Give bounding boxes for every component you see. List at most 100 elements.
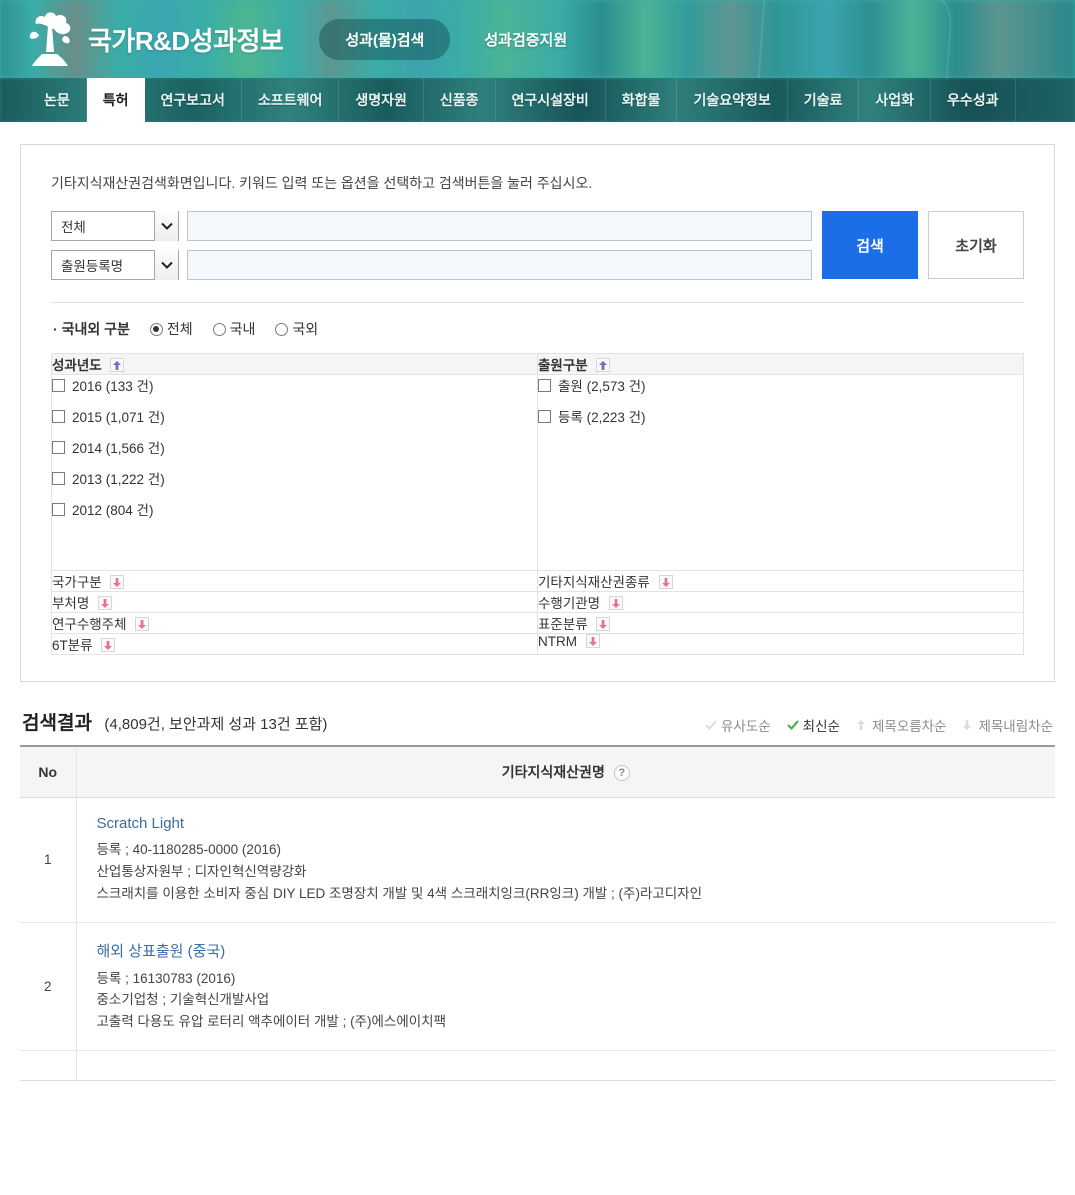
sort-by-similarity[interactable]: 유사도순 (705, 715, 771, 735)
search-scope-select-2[interactable]: 출원등록명 (51, 250, 179, 280)
tab-research-report[interactable]: 연구보고서 (145, 78, 242, 122)
facet-collapsed-row: 6T분류 NTRM (51, 633, 1024, 655)
tab-compound[interactable]: 화합물 (606, 78, 678, 122)
tab-teukheo[interactable]: 특허 (86, 78, 145, 122)
search-guide-text: 기타지식재산권검색화면입니다. 키워드 입력 또는 옵션을 선택하고 검색버튼을… (51, 175, 593, 191)
facet-header-year-label: 성과년도 (52, 358, 102, 373)
scope-radio-overseas[interactable]: 국외 (275, 319, 318, 339)
expand-down-icon[interactable] (98, 596, 113, 610)
facet-collapsed-row: 부처명 수행기관명 (51, 591, 1024, 613)
table-row[interactable]: 1 Scratch Light 등록 ; 40-1180285-0000 (20… (20, 797, 1055, 923)
facet-checkbox-item[interactable]: 2012 (804 건) (52, 499, 537, 519)
facet-institution[interactable]: 수행기관명 (537, 591, 1024, 613)
tab-nonmun[interactable]: 논문 (28, 78, 87, 122)
search-buttons: 검색 초기화 (822, 211, 1024, 279)
facet-checkbox-item[interactable]: 2015 (1,071 건) (52, 406, 537, 426)
arrow-down-icon (962, 719, 974, 731)
chevron-down-icon[interactable] (154, 211, 178, 241)
search-panel: 기타지식재산권검색화면입니다. 키워드 입력 또는 옵션을 선택하고 검색버튼을… (20, 144, 1055, 682)
tree-logo-icon[interactable] (22, 8, 78, 70)
sort-by-latest[interactable]: 최신순 (786, 715, 840, 735)
tab-research-facility[interactable]: 연구시설장비 (496, 78, 606, 122)
facet-institution-label: 수행기관명 (538, 596, 601, 611)
facet-research-body[interactable]: 연구수행주체 (51, 612, 538, 634)
collapse-up-icon[interactable] (596, 358, 611, 372)
tab-new-variety[interactable]: 신품종 (424, 78, 496, 122)
collapse-up-icon[interactable] (110, 358, 125, 372)
checkbox-icon[interactable] (52, 471, 65, 485)
row-content-empty (76, 1051, 1055, 1081)
facet-ministry[interactable]: 부처명 (51, 591, 538, 613)
checkbox-icon[interactable] (538, 378, 551, 392)
scope-radio-all[interactable]: 전체 (149, 319, 193, 339)
facet-checkbox-label: 2016 (133 건) (72, 379, 154, 394)
radio-icon[interactable] (275, 322, 289, 336)
facet-6t-class[interactable]: 6T분류 (51, 633, 538, 655)
row-number: 2 (20, 922, 77, 1052)
scope-radio-all-label: 전체 (166, 321, 193, 337)
result-ministry-program: 중소기업청 ; 기술혁신개발사업 (96, 992, 270, 1008)
facet-standard-class-label: 표준분류 (538, 617, 588, 632)
radio-icon[interactable] (212, 322, 226, 336)
result-title-link[interactable]: 해외 상표출원 (중국) (97, 940, 1036, 961)
expand-down-icon[interactable] (658, 575, 673, 589)
scope-filter-label: · 국내외 구분 (53, 321, 130, 337)
facet-standard-class[interactable]: 표준분류 (537, 612, 1024, 634)
sort-by-title-asc[interactable]: 제목오름차순 (856, 715, 946, 735)
facet-checkbox-item[interactable]: 2014 (1,566 건) (52, 437, 537, 457)
radio-icon[interactable] (149, 322, 163, 336)
row-content: Scratch Light 등록 ; 40-1180285-0000 (2016… (76, 797, 1055, 923)
tab-tech-fee[interactable]: 기술료 (788, 78, 860, 122)
facet-checkbox-item[interactable]: 출원 (2,573 건) (538, 375, 1023, 395)
facet-table: 성과년도 출원구분 2016 (133 건) 2015 (1,071 건) 20… (51, 353, 1024, 655)
facet-header-appl-type-label: 출원구분 (538, 358, 588, 373)
facet-checkbox-label: 2014 (1,566 건) (72, 441, 165, 456)
facet-checkbox-item[interactable]: 2013 (1,222 건) (52, 468, 537, 488)
search-keyword-input-2[interactable] (187, 250, 812, 280)
sort-by-title-desc[interactable]: 제목내림차순 (962, 715, 1053, 735)
search-keyword-input-1[interactable] (187, 211, 812, 241)
result-title-link[interactable]: Scratch Light (97, 815, 1036, 832)
chevron-down-icon[interactable] (154, 250, 178, 280)
search-button[interactable]: 검색 (822, 211, 918, 279)
help-icon[interactable]: ? (613, 765, 630, 781)
header-nav-item-verification-support[interactable]: 성과검증지원 (484, 29, 567, 50)
sort-by-latest-label: 최신순 (802, 719, 840, 734)
check-icon (705, 719, 717, 731)
tab-software[interactable]: 소프트웨어 (242, 78, 340, 122)
facet-checkbox-item[interactable]: 2016 (133 건) (52, 375, 537, 395)
facet-ntrm[interactable]: NTRM (537, 633, 1024, 655)
header-nav-item-seongwa-search[interactable]: 성과(물)검색 (319, 18, 451, 60)
result-project-org: 스크래치를 이용한 소비자 중심 DIY LED 조명장치 개발 및 4색 스크… (96, 885, 703, 901)
expand-down-icon[interactable] (608, 596, 623, 610)
checkbox-icon[interactable] (52, 378, 65, 392)
reset-button[interactable]: 초기화 (928, 211, 1024, 279)
expand-down-icon[interactable] (101, 638, 116, 652)
facet-research-body-label: 연구수행주체 (52, 617, 127, 632)
tab-commercialization[interactable]: 사업화 (859, 78, 931, 122)
facet-country-type[interactable]: 국가구분 (51, 570, 538, 592)
search-scope-select-1[interactable]: 전체 (51, 211, 179, 241)
table-row[interactable]: 2 해외 상표출원 (중국) 등록 ; 16130783 (2016) 중소기업… (20, 922, 1055, 1052)
checkbox-icon[interactable] (52, 502, 65, 516)
facet-appl-type-list: 출원 (2,573 건) 등록 (2,223 건) (537, 374, 1024, 571)
checkbox-icon[interactable] (52, 440, 65, 454)
expand-down-icon[interactable] (596, 617, 611, 631)
facet-ip-kind[interactable]: 기타지식재산권종류 (537, 570, 1024, 592)
tab-excellent-results[interactable]: 우수성과 (931, 78, 1016, 122)
checkbox-icon[interactable] (538, 409, 551, 423)
tab-tech-summary[interactable]: 기술요약정보 (677, 78, 788, 122)
expand-down-icon[interactable] (110, 575, 125, 589)
expand-down-icon[interactable] (585, 634, 600, 648)
facet-ministry-label: 부처명 (52, 596, 90, 611)
expand-down-icon[interactable] (135, 617, 150, 631)
checkbox-icon[interactable] (52, 409, 65, 423)
sort-options: 유사도순 최신순 제목오름차순 제목내림차순 (705, 715, 1053, 735)
facet-year-list: 2016 (133 건) 2015 (1,071 건) 2014 (1,566 … (51, 374, 538, 571)
facet-checkbox-item[interactable]: 등록 (2,223 건) (538, 406, 1023, 426)
scope-radio-domestic[interactable]: 국내 (212, 319, 255, 339)
facet-header-appl-type[interactable]: 출원구분 (537, 353, 1024, 375)
facet-header-year[interactable]: 성과년도 (51, 353, 538, 375)
tab-bio-resource[interactable]: 생명자원 (339, 78, 424, 122)
search-scope-select-2-value: 출원등록명 (61, 259, 124, 274)
